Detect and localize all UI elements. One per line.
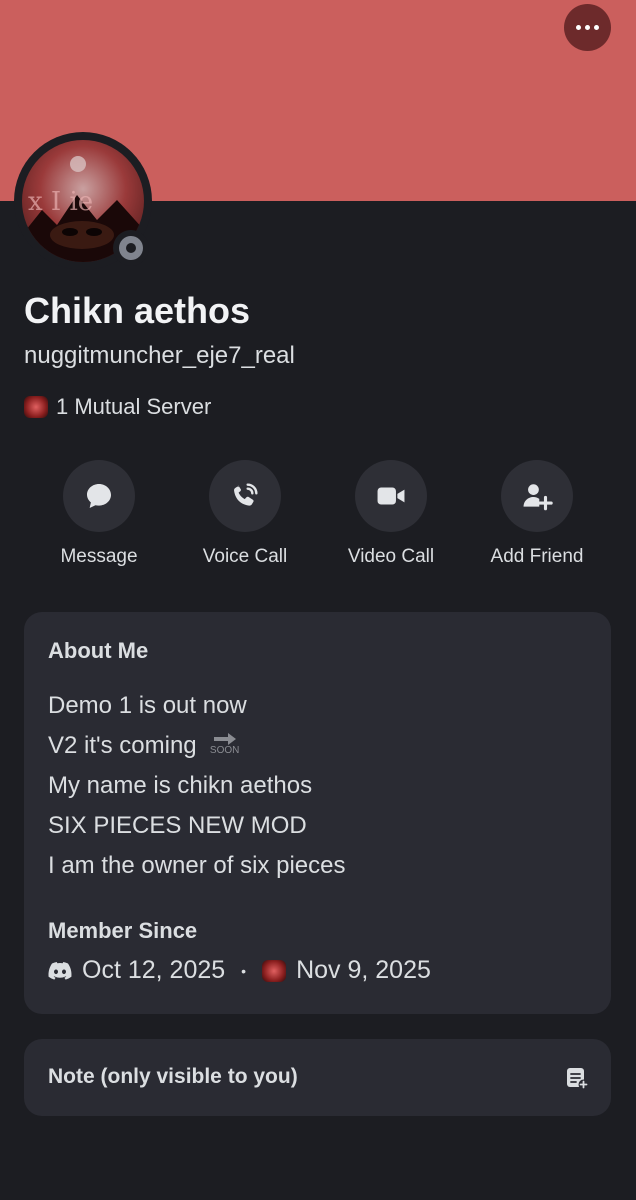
bio-line: V2 it's coming SOON [48,726,345,766]
dot-icon [594,25,599,30]
add-note-icon[interactable] [565,1066,589,1090]
video-call-action[interactable]: Video Call [318,460,464,580]
video-call-label: Video Call [347,546,435,567]
about-me-bio: Demo 1 is out now V2 it's coming SOON My… [48,686,345,886]
discord-join-date: Oct 12, 2025 [82,956,226,984]
mutual-servers-label: 1 Mutual Server [56,394,212,419]
video-camera-icon [377,487,405,505]
profile-actions: Message Voice Call Video Call Add Friend [26,460,610,580]
note-card[interactable]: Note (only visible to you) [24,1039,611,1116]
display-name: Chikn aethos [24,290,251,331]
mutual-servers-link[interactable]: 1 Mutual Server [24,394,211,420]
soon-arrow-icon: SOON [207,732,243,760]
member-since-title: Member Since [48,918,198,943]
video-call-button[interactable] [355,460,427,532]
voice-call-label: Voice Call [202,546,288,567]
message-button[interactable] [63,460,135,532]
server-join-date: Nov 9, 2025 [296,956,431,984]
add-friend-label: Add Friend [490,546,584,567]
message-label: Message [60,546,138,567]
about-me-title: About Me [48,638,149,663]
member-since-dates: Oct 12, 2025 • Nov 9, 2025 [48,956,431,985]
bio-line: Demo 1 is out now [48,692,247,719]
discord-logo-icon [48,961,72,980]
username: nuggitmuncher_eje7_real [24,342,295,369]
dot-icon [576,25,581,30]
add-friend-icon [523,484,553,511]
svg-text:x I ie: x I ie [28,187,93,217]
more-options-button[interactable] [564,4,611,51]
add-friend-button[interactable] [501,460,573,532]
bio-line: My name is chikn aethos [48,772,313,799]
voice-call-action[interactable]: Voice Call [172,460,318,580]
chat-bubble-icon [87,484,111,508]
message-action[interactable]: Message [26,460,172,580]
bio-line: I am the owner of six pieces [48,852,346,879]
server-icon [262,959,287,982]
bio-line: SIX PIECES NEW MOD [48,812,307,839]
offline-status-icon [119,236,143,260]
add-friend-action[interactable]: Add Friend [464,460,610,580]
voice-call-button[interactable] [209,460,281,532]
about-me-card: About Me Demo 1 is out now V2 it's comin… [24,612,611,1014]
date-separator: • [241,962,247,979]
note-label: Note (only visible to you) [48,1065,298,1088]
server-icon [24,396,48,418]
status-indicator [113,230,149,266]
dot-icon [585,25,590,30]
phone-icon [234,483,258,506]
